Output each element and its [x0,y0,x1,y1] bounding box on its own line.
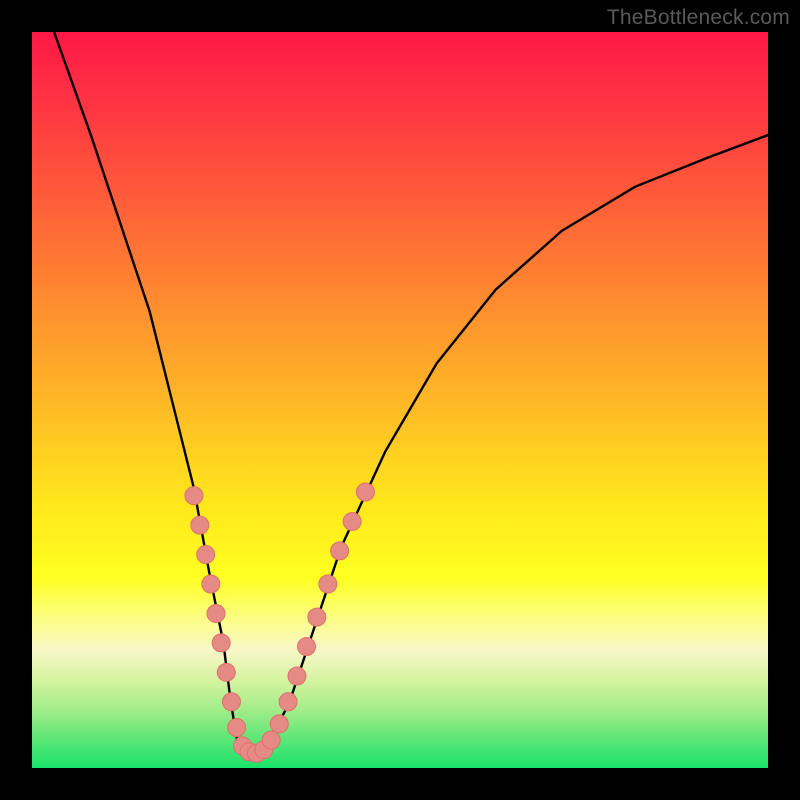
data-marker [356,483,374,501]
data-marker [319,575,337,593]
curve-path [54,32,768,753]
data-marker [298,638,316,656]
data-marker [191,516,209,534]
data-marker [185,487,203,505]
data-marker [262,731,280,749]
marker-group [185,483,374,762]
data-marker [217,663,235,681]
curve-line [54,32,768,753]
data-marker [308,608,326,626]
data-marker [279,693,297,711]
data-marker [228,719,246,737]
data-marker [197,546,215,564]
chart-svg [32,32,768,768]
chart-frame: TheBottleneck.com [0,0,800,800]
data-marker [331,542,349,560]
plot-area [32,32,768,768]
watermark-text: TheBottleneck.com [607,6,790,30]
data-marker [207,604,225,622]
data-marker [202,575,220,593]
data-marker [212,634,230,652]
data-marker [343,512,361,530]
data-marker [270,715,288,733]
data-marker [222,693,240,711]
data-marker [288,667,306,685]
